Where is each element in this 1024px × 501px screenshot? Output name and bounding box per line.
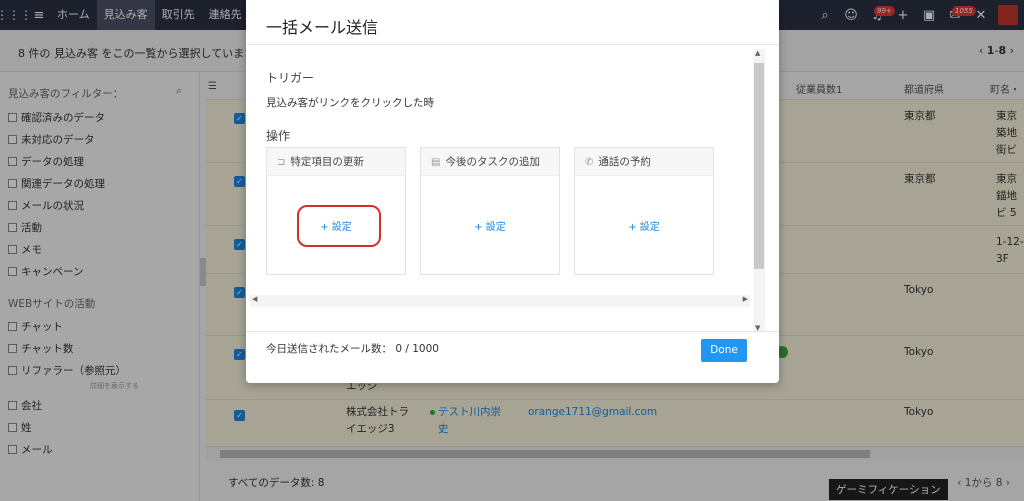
highlight-annotation xyxy=(297,205,381,247)
clipboard-icon: ▤ xyxy=(431,157,441,168)
dialog-horizontal-scrollbar[interactable]: ◀ ▶ xyxy=(250,295,750,307)
set-button[interactable]: + 設定 xyxy=(575,218,713,233)
emails-sent-today: 今日送信されたメール数： 0 / 1000 xyxy=(266,343,439,355)
action-card-schedule-call: ✆ 通話の予約 + 設定 xyxy=(574,147,714,275)
trigger-description: 見込み客がリンクをクリックした時 xyxy=(266,97,434,109)
set-button[interactable]: + 設定 xyxy=(421,218,559,233)
tag-icon: ⊐ xyxy=(277,157,286,168)
divider xyxy=(246,331,779,332)
dialog-body: トリガー 見込み客がリンクをクリックした時 操作 ⊐ 特定項目の更新 + 設定 ▤… xyxy=(246,44,779,332)
done-button[interactable]: Done xyxy=(701,339,747,362)
dialog-vertical-scrollbar[interactable]: ▲ ▼ xyxy=(753,49,765,332)
scroll-up-icon[interactable]: ▲ xyxy=(755,49,760,57)
dialog-title: 一括メール送信 xyxy=(266,18,379,37)
bulk-email-dialog: 一括メール送信 トリガー 見込み客がリンクをクリックした時 操作 ⊐ 特定項目の更… xyxy=(246,0,779,383)
phone-icon: ✆ xyxy=(585,157,594,168)
action-card-add-task: ▤ 今後のタスクの追加 + 設定 xyxy=(420,147,560,275)
action-label: 操作 xyxy=(266,129,291,143)
trigger-label: トリガー xyxy=(266,71,315,85)
scroll-thumb[interactable] xyxy=(754,63,764,269)
